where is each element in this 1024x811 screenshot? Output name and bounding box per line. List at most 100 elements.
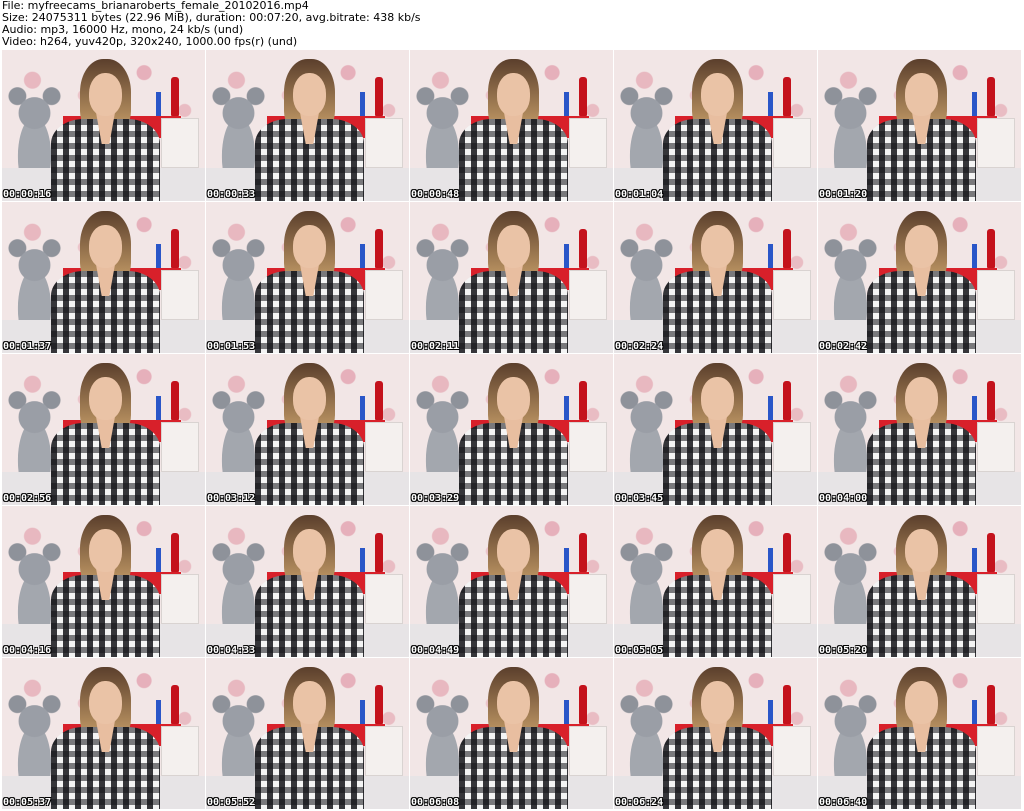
red-decor — [987, 533, 995, 573]
face — [89, 377, 122, 420]
nightstand — [977, 269, 1015, 321]
timestamp-label: 00:05:37 — [3, 797, 52, 808]
red-decor — [375, 77, 383, 117]
red-decor — [783, 381, 791, 421]
timestamp-label: 00:02:42 — [819, 341, 868, 352]
red-decor — [171, 685, 179, 725]
person — [863, 59, 981, 201]
person — [863, 211, 981, 353]
person — [47, 59, 165, 201]
timestamp-label: 00:06:24 — [615, 797, 664, 808]
nightstand — [977, 421, 1015, 473]
nightstand — [161, 725, 199, 777]
timestamp-label: 00:04:16 — [3, 645, 52, 656]
red-decor — [375, 229, 383, 269]
video-frame-thumbnail: 00:03:12 — [206, 354, 409, 505]
timestamp-label: 00:05:52 — [207, 797, 256, 808]
face — [701, 377, 734, 420]
red-decor — [579, 229, 587, 269]
video-frame-thumbnail: 00:00:48 — [410, 50, 613, 201]
video-frame-thumbnail: 00:02:56 — [2, 354, 205, 505]
person — [659, 363, 777, 505]
timestamp-label: 00:00:33 — [207, 189, 256, 200]
red-decor — [783, 685, 791, 725]
person — [455, 59, 573, 201]
timestamp-label: 00:02:24 — [615, 341, 664, 352]
red-decor — [579, 381, 587, 421]
face — [497, 529, 530, 572]
video-frame-thumbnail: 00:06:24 — [614, 658, 817, 809]
timestamp-label: 00:01:53 — [207, 341, 256, 352]
face — [497, 681, 530, 724]
video-frame-thumbnail: 00:01:04 — [614, 50, 817, 201]
timestamp-label: 00:01:37 — [3, 341, 52, 352]
red-decor — [783, 533, 791, 573]
red-decor — [171, 381, 179, 421]
video-info-line: Video: h264, yuv420p, 320x240, 1000.00 f… — [2, 35, 298, 48]
red-decor — [375, 381, 383, 421]
face — [497, 377, 530, 420]
person — [251, 667, 369, 809]
person — [47, 515, 165, 657]
nightstand — [365, 117, 403, 169]
nightstand — [161, 269, 199, 321]
face — [701, 225, 734, 268]
video-frame-thumbnail: 00:04:00 — [818, 354, 1021, 505]
video-frame-thumbnail: 00:04:49 — [410, 506, 613, 657]
face — [905, 73, 938, 116]
red-decor — [375, 685, 383, 725]
timestamp-label: 00:04:00 — [819, 493, 868, 504]
face — [701, 73, 734, 116]
video-frame-thumbnail: 00:02:42 — [818, 202, 1021, 353]
face — [89, 529, 122, 572]
timestamp-label: 00:03:12 — [207, 493, 256, 504]
person — [863, 363, 981, 505]
red-decor — [987, 685, 995, 725]
nightstand — [977, 573, 1015, 625]
timestamp-label: 00:06:40 — [819, 797, 868, 808]
red-decor — [171, 77, 179, 117]
red-decor — [375, 533, 383, 573]
person — [659, 211, 777, 353]
red-decor — [987, 77, 995, 117]
red-decor — [171, 229, 179, 269]
face — [293, 529, 326, 572]
video-frame-thumbnail: 00:01:37 — [2, 202, 205, 353]
timestamp-label: 00:04:49 — [411, 645, 460, 656]
timestamp-label: 00:02:56 — [3, 493, 52, 504]
red-decor — [783, 229, 791, 269]
face — [905, 529, 938, 572]
video-frame-thumbnail: 00:06:08 — [410, 658, 613, 809]
nightstand — [569, 421, 607, 473]
person — [659, 515, 777, 657]
red-decor — [579, 77, 587, 117]
video-frame-thumbnail: 00:06:40 — [818, 658, 1021, 809]
timestamp-label: 00:01:20 — [819, 189, 868, 200]
video-frame-thumbnail: 00:02:24 — [614, 202, 817, 353]
nightstand — [161, 421, 199, 473]
nightstand — [365, 421, 403, 473]
video-frame-thumbnail: 00:00:16 — [2, 50, 205, 201]
nightstand — [161, 573, 199, 625]
face — [89, 73, 122, 116]
nightstand — [569, 117, 607, 169]
video-frame-thumbnail: 00:02:11 — [410, 202, 613, 353]
person — [47, 667, 165, 809]
nightstand — [773, 421, 811, 473]
timestamp-label: 00:03:45 — [615, 493, 664, 504]
person — [251, 59, 369, 201]
face — [89, 681, 122, 724]
nightstand — [569, 725, 607, 777]
timestamp-label: 00:05:05 — [615, 645, 664, 656]
nightstand — [365, 573, 403, 625]
timestamp-label: 00:01:04 — [615, 189, 664, 200]
timestamp-label: 00:02:11 — [411, 341, 460, 352]
video-frame-thumbnail: 00:01:53 — [206, 202, 409, 353]
nightstand — [161, 117, 199, 169]
video-frame-thumbnail: 00:05:20 — [818, 506, 1021, 657]
person — [455, 515, 573, 657]
nightstand — [773, 117, 811, 169]
person — [863, 667, 981, 809]
face — [905, 681, 938, 724]
red-decor — [987, 229, 995, 269]
